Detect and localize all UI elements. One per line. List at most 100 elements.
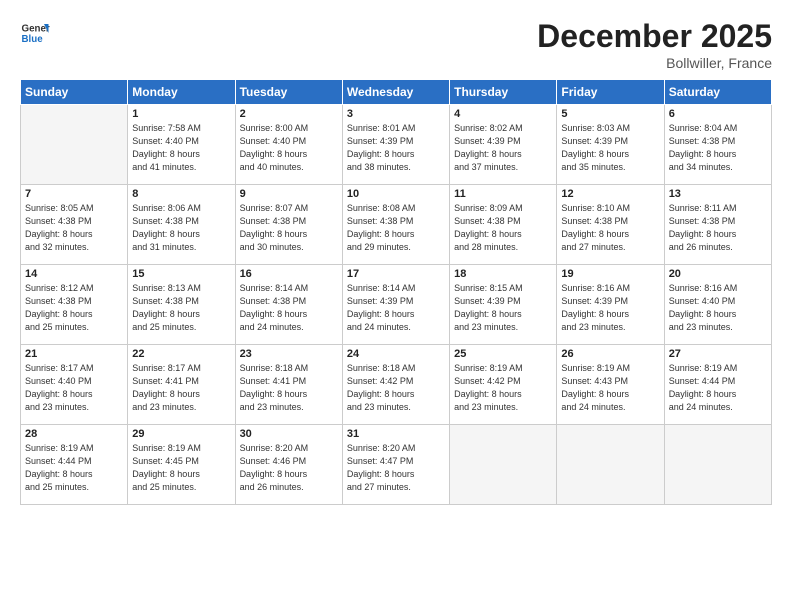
- calendar-cell: 15 Sunrise: 8:13 AM Sunset: 4:38 PM Dayli…: [128, 265, 235, 345]
- day-number: 25: [454, 348, 552, 360]
- day-number: 28: [25, 428, 123, 440]
- calendar-cell: [557, 425, 664, 505]
- calendar-cell: [21, 105, 128, 185]
- svg-text:Blue: Blue: [22, 34, 44, 45]
- day-number: 3: [347, 108, 445, 120]
- calendar-cell: 3 Sunrise: 8:01 AM Sunset: 4:39 PM Daylig…: [342, 105, 449, 185]
- calendar-cell: 31 Sunrise: 8:20 AM Sunset: 4:47 PM Dayli…: [342, 425, 449, 505]
- day-info: Sunrise: 7:58 AM Sunset: 4:40 PM Dayligh…: [132, 122, 230, 174]
- calendar-cell: 27 Sunrise: 8:19 AM Sunset: 4:44 PM Dayli…: [664, 345, 771, 425]
- day-info: Sunrise: 8:13 AM Sunset: 4:38 PM Dayligh…: [132, 282, 230, 334]
- calendar-cell: 9 Sunrise: 8:07 AM Sunset: 4:38 PM Daylig…: [235, 185, 342, 265]
- day-number: 5: [561, 108, 659, 120]
- day-info: Sunrise: 8:01 AM Sunset: 4:39 PM Dayligh…: [347, 122, 445, 174]
- header: General Blue December 2025 Bollwiller, F…: [20, 18, 772, 71]
- day-info: Sunrise: 8:18 AM Sunset: 4:42 PM Dayligh…: [347, 362, 445, 414]
- calendar-cell: 21 Sunrise: 8:17 AM Sunset: 4:40 PM Dayli…: [21, 345, 128, 425]
- weekday-header-row: SundayMondayTuesdayWednesdayThursdayFrid…: [21, 80, 772, 105]
- day-number: 2: [240, 108, 338, 120]
- day-info: Sunrise: 8:16 AM Sunset: 4:39 PM Dayligh…: [561, 282, 659, 334]
- calendar-cell: 26Sunrise: 8:19 AM Sunset: 4:43 PM Dayli…: [557, 345, 664, 425]
- day-info: Sunrise: 8:03 AM Sunset: 4:39 PM Dayligh…: [561, 122, 659, 174]
- day-info: Sunrise: 8:17 AM Sunset: 4:41 PM Dayligh…: [132, 362, 230, 414]
- day-number: 9: [240, 188, 338, 200]
- day-info: Sunrise: 8:18 AM Sunset: 4:41 PM Dayligh…: [240, 362, 338, 414]
- calendar-cell: 18Sunrise: 8:15 AM Sunset: 4:39 PM Dayli…: [450, 265, 557, 345]
- calendar-cell: [664, 425, 771, 505]
- calendar-cell: 22 Sunrise: 8:17 AM Sunset: 4:41 PM Dayli…: [128, 345, 235, 425]
- day-info: Sunrise: 8:11 AM Sunset: 4:38 PM Dayligh…: [669, 202, 767, 254]
- day-number: 20: [669, 268, 767, 280]
- day-number: 22: [132, 348, 230, 360]
- calendar-cell: 1 Sunrise: 7:58 AM Sunset: 4:40 PM Daylig…: [128, 105, 235, 185]
- calendar-cell: 23Sunrise: 8:18 AM Sunset: 4:41 PM Dayli…: [235, 345, 342, 425]
- day-number: 8: [132, 188, 230, 200]
- page: General Blue December 2025 Bollwiller, F…: [0, 0, 792, 612]
- day-info: Sunrise: 8:09 AM Sunset: 4:38 PM Dayligh…: [454, 202, 552, 254]
- day-number: 31: [347, 428, 445, 440]
- calendar-cell: 14 Sunrise: 8:12 AM Sunset: 4:38 PM Dayli…: [21, 265, 128, 345]
- calendar-cell: 8Sunrise: 8:06 AM Sunset: 4:38 PM Daylig…: [128, 185, 235, 265]
- day-info: Sunrise: 8:19 AM Sunset: 4:45 PM Dayligh…: [132, 442, 230, 494]
- day-number: 13: [669, 188, 767, 200]
- main-title: December 2025: [537, 18, 772, 55]
- day-info: Sunrise: 8:14 AM Sunset: 4:39 PM Dayligh…: [347, 282, 445, 334]
- day-info: Sunrise: 8:00 AM Sunset: 4:40 PM Dayligh…: [240, 122, 338, 174]
- weekday-header-saturday: Saturday: [664, 80, 771, 105]
- calendar-cell: [450, 425, 557, 505]
- calendar-cell: 29Sunrise: 8:19 AM Sunset: 4:45 PM Dayli…: [128, 425, 235, 505]
- title-block: December 2025 Bollwiller, France: [537, 18, 772, 71]
- day-number: 14: [25, 268, 123, 280]
- calendar-cell: 13 Sunrise: 8:11 AM Sunset: 4:38 PM Dayli…: [664, 185, 771, 265]
- calendar-cell: 10 Sunrise: 8:08 AM Sunset: 4:38 PM Dayli…: [342, 185, 449, 265]
- calendar-cell: 24Sunrise: 8:18 AM Sunset: 4:42 PM Dayli…: [342, 345, 449, 425]
- weekday-header-monday: Monday: [128, 80, 235, 105]
- day-info: Sunrise: 8:05 AM Sunset: 4:38 PM Dayligh…: [25, 202, 123, 254]
- day-info: Sunrise: 8:07 AM Sunset: 4:38 PM Dayligh…: [240, 202, 338, 254]
- weekday-header-sunday: Sunday: [21, 80, 128, 105]
- calendar-cell: 30 Sunrise: 8:20 AM Sunset: 4:46 PM Dayli…: [235, 425, 342, 505]
- calendar-cell: 6 Sunrise: 8:04 AM Sunset: 4:38 PM Daylig…: [664, 105, 771, 185]
- day-number: 21: [25, 348, 123, 360]
- day-info: Sunrise: 8:14 AM Sunset: 4:38 PM Dayligh…: [240, 282, 338, 334]
- calendar-cell: 17 Sunrise: 8:14 AM Sunset: 4:39 PM Dayli…: [342, 265, 449, 345]
- weekday-header-wednesday: Wednesday: [342, 80, 449, 105]
- day-info: Sunrise: 8:17 AM Sunset: 4:40 PM Dayligh…: [25, 362, 123, 414]
- day-number: 26: [561, 348, 659, 360]
- calendar-cell: 4 Sunrise: 8:02 AM Sunset: 4:39 PM Daylig…: [450, 105, 557, 185]
- day-info: Sunrise: 8:20 AM Sunset: 4:47 PM Dayligh…: [347, 442, 445, 494]
- day-number: 18: [454, 268, 552, 280]
- day-number: 27: [669, 348, 767, 360]
- day-number: 15: [132, 268, 230, 280]
- day-info: Sunrise: 8:19 AM Sunset: 4:44 PM Dayligh…: [669, 362, 767, 414]
- day-number: 6: [669, 108, 767, 120]
- day-info: Sunrise: 8:08 AM Sunset: 4:38 PM Dayligh…: [347, 202, 445, 254]
- day-info: Sunrise: 8:20 AM Sunset: 4:46 PM Dayligh…: [240, 442, 338, 494]
- day-number: 4: [454, 108, 552, 120]
- week-row-5: 28Sunrise: 8:19 AM Sunset: 4:44 PM Dayli…: [21, 425, 772, 505]
- day-number: 10: [347, 188, 445, 200]
- calendar-cell: 11Sunrise: 8:09 AM Sunset: 4:38 PM Dayli…: [450, 185, 557, 265]
- calendar: SundayMondayTuesdayWednesdayThursdayFrid…: [20, 79, 772, 505]
- calendar-cell: 25 Sunrise: 8:19 AM Sunset: 4:42 PM Dayli…: [450, 345, 557, 425]
- week-row-3: 14 Sunrise: 8:12 AM Sunset: 4:38 PM Dayli…: [21, 265, 772, 345]
- weekday-header-friday: Friday: [557, 80, 664, 105]
- calendar-cell: 19Sunrise: 8:16 AM Sunset: 4:39 PM Dayli…: [557, 265, 664, 345]
- day-number: 12: [561, 188, 659, 200]
- day-number: 17: [347, 268, 445, 280]
- week-row-2: 7 Sunrise: 8:05 AM Sunset: 4:38 PM Daylig…: [21, 185, 772, 265]
- day-info: Sunrise: 8:16 AM Sunset: 4:40 PM Dayligh…: [669, 282, 767, 334]
- day-info: Sunrise: 8:12 AM Sunset: 4:38 PM Dayligh…: [25, 282, 123, 334]
- day-number: 30: [240, 428, 338, 440]
- day-number: 1: [132, 108, 230, 120]
- day-info: Sunrise: 8:04 AM Sunset: 4:38 PM Dayligh…: [669, 122, 767, 174]
- week-row-4: 21 Sunrise: 8:17 AM Sunset: 4:40 PM Dayli…: [21, 345, 772, 425]
- weekday-header-thursday: Thursday: [450, 80, 557, 105]
- day-info: Sunrise: 8:10 AM Sunset: 4:38 PM Dayligh…: [561, 202, 659, 254]
- day-info: Sunrise: 8:19 AM Sunset: 4:42 PM Dayligh…: [454, 362, 552, 414]
- logo-icon: General Blue: [20, 18, 50, 48]
- calendar-cell: 16Sunrise: 8:14 AM Sunset: 4:38 PM Dayli…: [235, 265, 342, 345]
- logo: General Blue: [20, 18, 50, 48]
- day-number: 7: [25, 188, 123, 200]
- day-info: Sunrise: 8:02 AM Sunset: 4:39 PM Dayligh…: [454, 122, 552, 174]
